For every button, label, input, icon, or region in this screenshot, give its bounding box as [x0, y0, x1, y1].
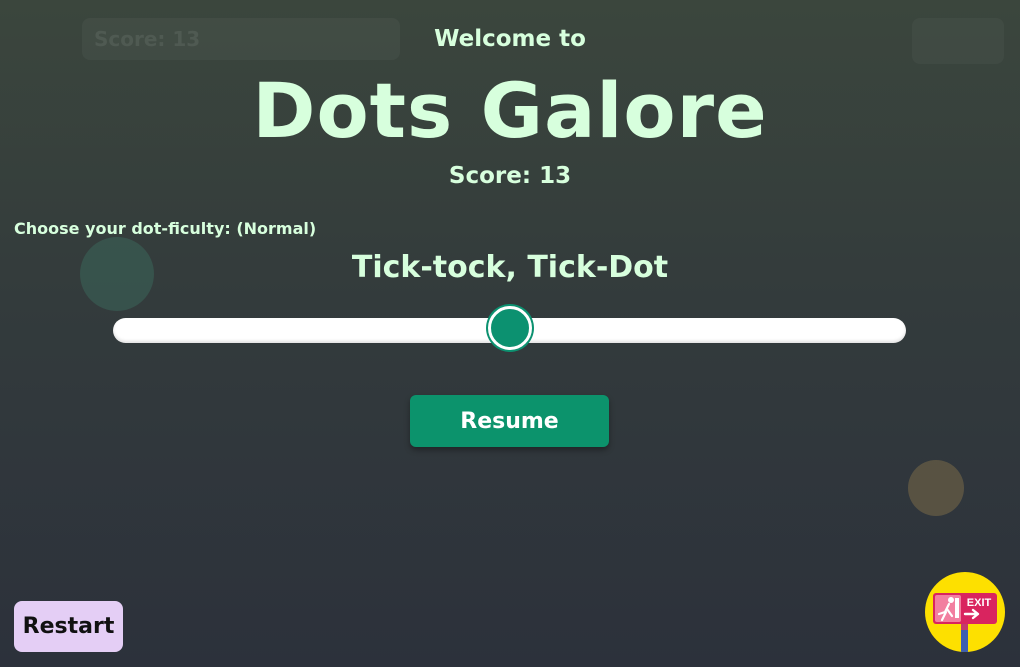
- resume-button[interactable]: Resume: [410, 395, 609, 447]
- difficulty-label: Choose your dot-ficulty: (Normal): [14, 219, 317, 238]
- score-display: Score: 13: [448, 163, 572, 189]
- difficulty-name: Tick-tock, Tick-Dot: [351, 250, 669, 285]
- exit-sign-icon: EXIT: [933, 593, 997, 652]
- welcome-text: Welcome to: [434, 26, 586, 52]
- restart-button[interactable]: Restart: [14, 601, 123, 652]
- difficulty-slider-thumb[interactable]: [487, 306, 532, 350]
- game-title: Dots Galore: [252, 66, 768, 155]
- exit-button[interactable]: EXIT: [925, 572, 1005, 652]
- exit-sign-text: EXIT: [967, 597, 992, 609]
- game-dot: [908, 460, 964, 516]
